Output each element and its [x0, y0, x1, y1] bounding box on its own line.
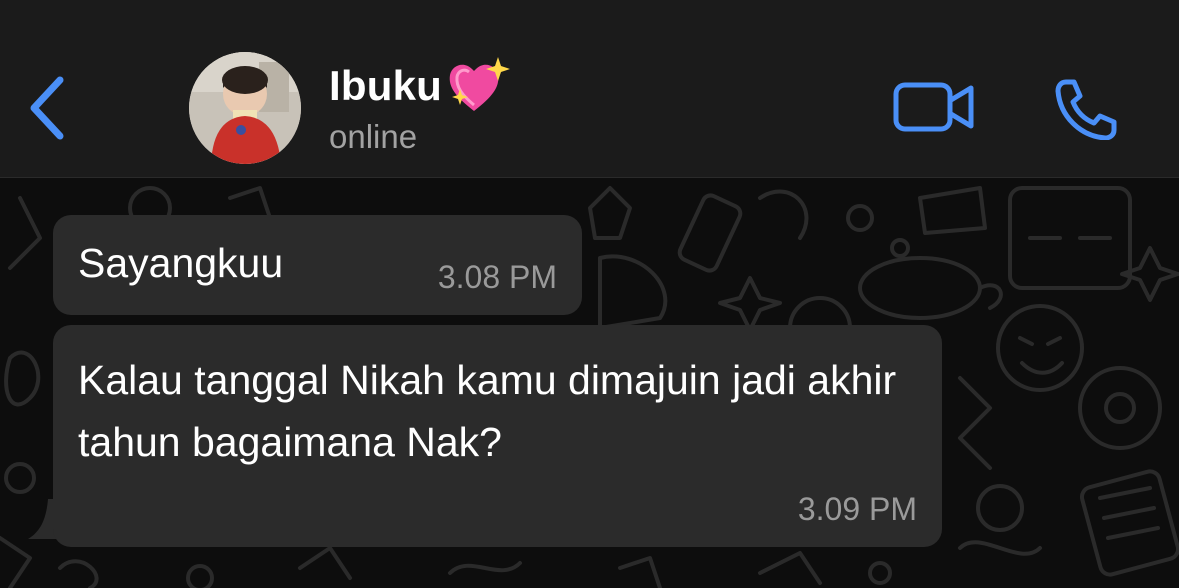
avatar[interactable]	[189, 52, 301, 164]
video-camera-icon[interactable]	[893, 80, 975, 134]
message-timestamp: 3.09 PM	[797, 491, 917, 527]
message-text: Sayangkuu	[78, 240, 284, 286]
sparkling-heart-icon	[449, 57, 510, 111]
chat-area: Sayangkuu 3.08 PM Kalau tanggal Nikah ka…	[0, 178, 1179, 588]
avatar-photo	[189, 52, 301, 164]
back-chevron-icon[interactable]	[22, 72, 72, 144]
phone-icon[interactable]	[1052, 78, 1118, 140]
contact-name-row[interactable]: Ibuku	[329, 57, 512, 114]
chat-header: Ibuku online	[0, 0, 1179, 178]
contact-name: Ibuku	[329, 62, 442, 109]
contact-status: online	[329, 118, 418, 155]
message-timestamp: 3.08 PM	[437, 259, 557, 295]
message-bubble[interactable]: Sayangkuu 3.08 PM	[53, 215, 582, 315]
message-text: Kalau tanggal Nikah kamu dimajuin jadi a…	[78, 357, 897, 465]
message-bubble[interactable]: Kalau tanggal Nikah kamu dimajuin jadi a…	[53, 325, 942, 547]
